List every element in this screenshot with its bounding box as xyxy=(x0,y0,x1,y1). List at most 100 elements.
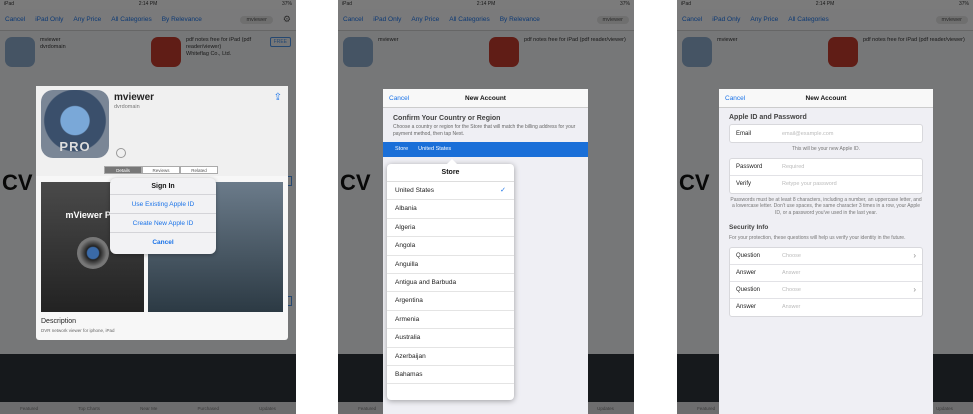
question-label: Question xyxy=(736,286,761,293)
detail-header: PRO mviewer dvrdomain ⇪ Details Reviews … xyxy=(36,86,288,176)
email-note: This will be your new Apple ID. xyxy=(791,146,861,152)
clock-label: 2:14 PM xyxy=(476,1,496,7)
password-label: Password xyxy=(736,163,763,170)
app-name: pdf notes free for iPad (pdf reader/view… xyxy=(524,37,626,43)
country-option[interactable]: Bahamas xyxy=(387,366,514,385)
tab-updates[interactable]: Updates xyxy=(597,406,614,411)
search-field[interactable]: mviewer xyxy=(240,15,273,24)
country-option[interactable]: Algeria xyxy=(387,219,514,238)
country-option[interactable]: Argentina xyxy=(387,292,514,311)
filter-sort[interactable]: By Relevance xyxy=(162,16,202,23)
filter-category[interactable]: All Categories xyxy=(788,16,828,23)
question-label: Question xyxy=(736,252,761,259)
question-picker[interactable]: Choose xyxy=(782,253,913,259)
filter-device[interactable]: iPad Only xyxy=(712,16,740,23)
email-field[interactable]: email@example.com xyxy=(782,131,916,137)
country-option[interactable]: Azerbaijan xyxy=(387,348,514,366)
free-button[interactable]: FREE xyxy=(269,37,291,47)
use-existing-apple-id-button[interactable]: Use Existing Apple ID xyxy=(110,195,216,214)
app-logo-icon xyxy=(76,237,109,269)
gear-icon[interactable]: ⚙ xyxy=(283,14,291,25)
cancel-button[interactable]: Cancel xyxy=(110,233,216,252)
answer-field[interactable]: Answer xyxy=(782,304,916,310)
tab-purchased[interactable]: Purchased xyxy=(197,406,219,411)
password-field[interactable]: Required xyxy=(782,164,916,170)
filter-device[interactable]: iPad Only xyxy=(35,16,63,23)
country-option[interactable]: Armenia xyxy=(387,311,514,330)
tab-updates[interactable]: Updates xyxy=(936,406,953,411)
country-option-label: Bahamas xyxy=(395,370,423,378)
password-row: Password Required xyxy=(730,159,922,176)
filter-price[interactable]: Any Price xyxy=(411,16,439,23)
result-card[interactable]: mviewer dvrdomain xyxy=(5,37,145,67)
app-name: mviewer xyxy=(40,37,61,43)
app-developer[interactable]: dvrdomain xyxy=(114,104,140,110)
segment-related[interactable]: Related xyxy=(180,166,218,174)
answer-row: Answer Answer xyxy=(730,299,922,316)
search-field[interactable]: mviewer xyxy=(596,15,629,24)
results-row: mviewer pdf notes free for iPad (pdf rea… xyxy=(338,31,634,73)
modal-nav-bar: Cancel New Account xyxy=(383,89,588,108)
email-label: Email xyxy=(736,130,752,137)
tab-top-charts[interactable]: Top Charts xyxy=(78,406,100,411)
results-row: mviewer pdf notes free for iPad (pdf rea… xyxy=(677,31,973,73)
country-option[interactable]: Antigua and Barbuda xyxy=(387,274,514,293)
carrier-label: iPad xyxy=(4,1,15,7)
confirm-region-title: Confirm Your Country or Region xyxy=(393,115,501,122)
result-card[interactable]: pdf notes free for iPad (pdf reader/view… xyxy=(489,37,629,67)
app-developer: dvrdomain xyxy=(40,44,66,50)
tab-near-me[interactable]: Near Me xyxy=(140,406,157,411)
security-questions-group: Question Choose › Answer Answer Question… xyxy=(729,246,923,317)
cancel-button[interactable]: Cancel xyxy=(5,16,25,23)
filter-sort[interactable]: By Relevance xyxy=(500,16,540,23)
store-selector[interactable]: Store United States xyxy=(383,142,588,157)
tab-featured[interactable]: Featured xyxy=(697,406,715,411)
filter-category[interactable]: All Categories xyxy=(449,16,489,23)
answer-field[interactable]: Answer xyxy=(782,270,916,276)
filter-price[interactable]: Any Price xyxy=(73,16,101,23)
tab-featured[interactable]: Featured xyxy=(358,406,376,411)
filter-category[interactable]: All Categories xyxy=(111,16,151,23)
country-option[interactable]: Angola xyxy=(387,237,514,256)
tab-featured[interactable]: Featured xyxy=(20,406,38,411)
segment-reviews[interactable]: Reviews xyxy=(142,166,180,174)
question-picker[interactable]: Choose xyxy=(782,287,913,293)
question-row[interactable]: Question Choose › xyxy=(730,248,922,265)
country-option-label: United States xyxy=(395,187,435,194)
question-row[interactable]: Question Choose › xyxy=(730,282,922,299)
segment-details[interactable]: Details xyxy=(104,166,142,174)
create-new-apple-id-button[interactable]: Create New Apple ID xyxy=(110,214,216,233)
share-icon[interactable]: ⇪ xyxy=(274,92,282,103)
store-label: Store xyxy=(395,146,409,152)
loading-spinner-icon xyxy=(116,148,126,158)
cancel-button[interactable]: Cancel xyxy=(343,16,363,23)
country-option[interactable]: Anguilla xyxy=(387,256,514,274)
verify-field[interactable]: Retype your password xyxy=(782,181,916,187)
screenshot-apple-id-form: iPad 2:14 PM 37% Cancel iPad Only Any Pr… xyxy=(677,0,973,414)
filter-price[interactable]: Any Price xyxy=(750,16,778,23)
filter-device[interactable]: iPad Only xyxy=(373,16,401,23)
cancel-button[interactable]: Cancel xyxy=(682,16,702,23)
country-option[interactable]: Australia xyxy=(387,329,514,348)
result-card[interactable]: mviewer xyxy=(682,37,822,67)
search-field[interactable]: mviewer xyxy=(935,15,968,24)
result-card[interactable]: pdf notes free for iPad (pdf reader/view… xyxy=(828,37,968,67)
carrier-label: iPad xyxy=(681,1,692,7)
country-option[interactable]: United States ✓ xyxy=(387,182,514,201)
app-name: mviewer xyxy=(378,37,399,43)
confirm-region-description: Choose a country or region for the Store… xyxy=(393,124,576,137)
app-icon xyxy=(151,37,181,67)
verify-label: Verify xyxy=(736,181,752,187)
country-option-label: Antigua and Barbuda xyxy=(395,278,457,286)
answer-label: Answer xyxy=(736,304,757,310)
result-card[interactable]: mviewer xyxy=(343,37,483,67)
country-option-label: Argentina xyxy=(395,297,423,305)
result-card[interactable]: pdf notes free for iPad (pdf reader/view… xyxy=(151,37,291,67)
screenshot-store-picker: iPad 2:14 PM 37% Cancel iPad Only Any Pr… xyxy=(338,0,634,414)
status-bar: iPad 2:14 PM 37% xyxy=(338,0,634,9)
chevron-right-icon: › xyxy=(913,251,916,260)
app-title: mviewer xyxy=(114,92,155,103)
tab-updates[interactable]: Updates xyxy=(259,406,276,411)
background-letters: CV xyxy=(2,170,33,195)
country-option[interactable]: Albania xyxy=(387,200,514,219)
